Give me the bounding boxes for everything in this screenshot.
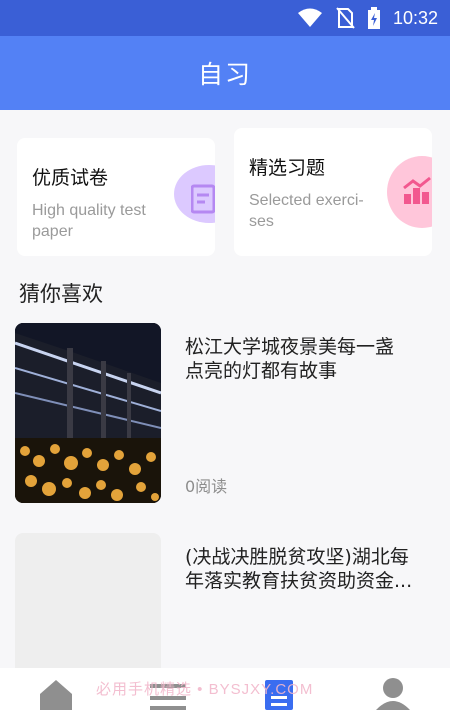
article-title-line: 松江大学城夜景美每一盏: [185, 336, 395, 358]
card-subtitle: Selected exerci-ses: [249, 192, 364, 230]
battery-icon: [367, 7, 380, 29]
no-sim-icon: [336, 7, 355, 29]
bar-chart-icon: [403, 176, 431, 204]
article-title: 松江大学城夜景美每一盏 点亮的灯都有故事: [185, 335, 435, 383]
user-icon[interactable]: [376, 678, 410, 710]
article-title-line: 年落实教育扶贫资助资金...: [185, 570, 413, 592]
article-title-line: 点亮的灯都有故事: [185, 360, 338, 382]
app-bar: 自习: [0, 36, 450, 110]
status-icons: 10:32: [297, 6, 438, 30]
article-title: (决战决胜脱贫攻坚)湖北每 年落实教育扶贫资助资金...: [185, 545, 435, 593]
status-bar: 10:32: [0, 0, 450, 36]
article-thumbnail-placeholder: [15, 533, 161, 683]
page-title: 自习: [197, 60, 252, 89]
card-quality-papers[interactable]: 优质试卷 High quality test paper: [17, 138, 215, 256]
article-title-line: (决战决胜脱贫攻坚)湖北每: [185, 546, 409, 568]
article-thumbnail: [15, 323, 161, 503]
home-icon[interactable]: [38, 678, 74, 710]
read-count: 0阅读: [185, 477, 228, 496]
card-title: 优质试卷: [32, 167, 109, 189]
article-item[interactable]: (决战决胜脱贫攻坚)湖北每 年落实教育扶贫资助资金...: [15, 533, 435, 683]
edit-document-icon: [191, 184, 215, 214]
watermark: 必用手机精选 • BYSJXY.COM: [96, 681, 314, 698]
section-title: 猜你喜欢: [19, 282, 103, 306]
card-subtitle: High quality test paper: [32, 202, 146, 240]
status-time: 10:32: [392, 7, 438, 28]
wifi-icon: [297, 8, 322, 27]
card-selected-exercises[interactable]: 精选习题 Selected exerci-ses: [234, 128, 432, 256]
card-title: 精选习题: [249, 157, 326, 179]
article-item[interactable]: 松江大学城夜景美每一盏 点亮的灯都有故事 0阅读: [15, 323, 435, 503]
